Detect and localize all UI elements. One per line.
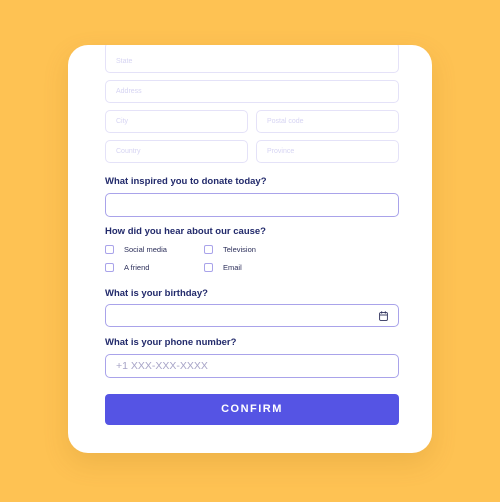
city-field[interactable]: City <box>105 110 248 133</box>
inspiration-question-label: What inspired you to donate today? <box>105 176 267 187</box>
a-friend-checkbox[interactable] <box>105 263 114 272</box>
province-field[interactable]: Province <box>256 140 399 163</box>
province-placeholder: Province <box>267 148 295 155</box>
phone-question-label: What is your phone number? <box>105 337 237 348</box>
television-label: Television <box>223 245 256 254</box>
a-friend-label: A friend <box>124 263 150 272</box>
social-media-checkbox[interactable] <box>105 245 114 254</box>
referral-option-a-friend[interactable]: A friend <box>105 263 149 272</box>
referral-option-email[interactable]: Email <box>204 263 242 272</box>
birthday-question-label: What is your birthday? <box>105 288 208 299</box>
address-placeholder: Address <box>116 88 142 95</box>
city-placeholder: City <box>116 118 129 125</box>
phone-input[interactable]: +1 XXX-XXX-XXXX <box>105 354 399 378</box>
inspiration-input[interactable] <box>105 193 399 217</box>
referral-question-label: How did you hear about our cause? <box>105 226 266 237</box>
calendar-icon[interactable] <box>379 311 388 321</box>
birthday-date-input[interactable] <box>105 304 399 327</box>
country-placeholder: Country <box>116 148 141 155</box>
state-placeholder: State <box>116 58 133 65</box>
social-media-label: Social media <box>124 245 167 254</box>
email-checkbox[interactable] <box>204 263 213 272</box>
donation-form-card: State Address City Postal code Country P… <box>68 45 432 453</box>
email-label: Email <box>223 263 242 272</box>
referral-option-social-media[interactable]: Social media <box>105 245 167 254</box>
television-checkbox[interactable] <box>204 245 213 254</box>
referral-option-television[interactable]: Television <box>204 245 256 254</box>
confirm-button[interactable]: CONFIRM <box>105 394 399 425</box>
country-field[interactable]: Country <box>105 140 248 163</box>
address-field[interactable]: Address <box>105 80 399 103</box>
postal-code-placeholder: Postal code <box>267 118 304 125</box>
postal-code-field[interactable]: Postal code <box>256 110 399 133</box>
state-field[interactable]: State <box>105 45 399 73</box>
phone-placeholder: +1 XXX-XXX-XXXX <box>116 360 208 372</box>
